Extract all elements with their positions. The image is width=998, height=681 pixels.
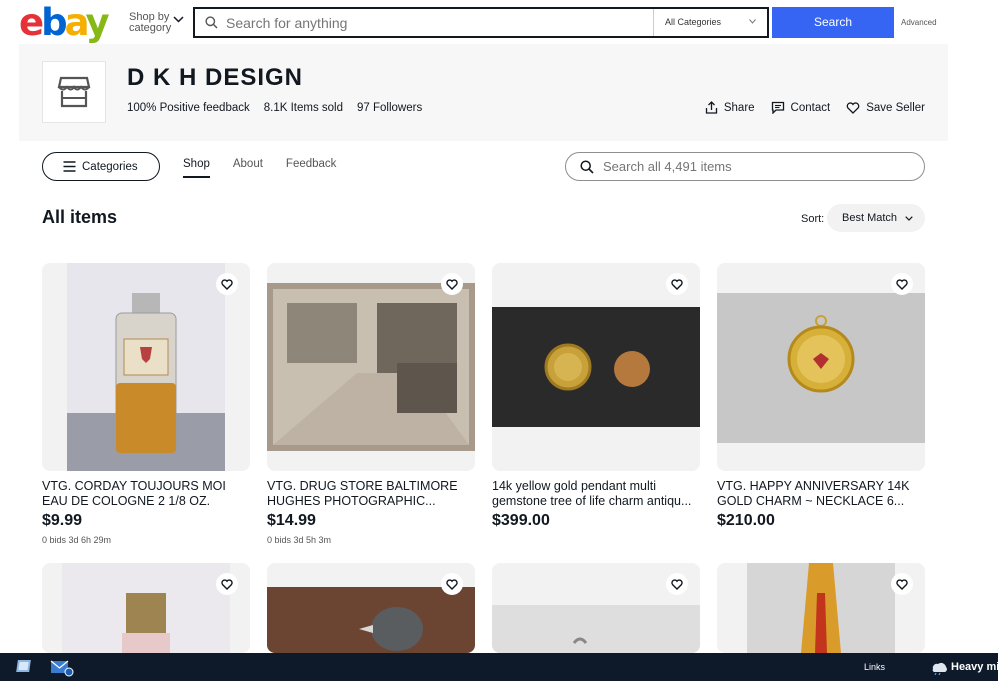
logo-letter-e: e: [19, 1, 44, 44]
listing-bids: 0 bids 3d 6h 29m: [42, 535, 112, 545]
watch-button[interactable]: [891, 273, 913, 295]
listing-title[interactable]: VTG. CORDAY TOUJOURS MOI EAU DE COLOGNE …: [42, 479, 250, 509]
heart-icon: [896, 578, 908, 590]
gold-charm-photo: [717, 293, 925, 443]
listing-image[interactable]: [42, 263, 250, 471]
global-search-input[interactable]: [226, 14, 666, 31]
cologne-bottle-photo: [67, 263, 225, 471]
watch-button[interactable]: [891, 573, 913, 595]
categories-button[interactable]: Categories: [42, 152, 160, 181]
watch-button[interactable]: [441, 573, 463, 595]
store-stats: 100% Positive feedback 8.1K Items sold 9…: [127, 102, 422, 114]
ebay-logo[interactable]: ebay: [19, 1, 110, 44]
gold-pendant-photo: [492, 307, 700, 427]
contact-button[interactable]: Contact: [771, 101, 831, 114]
save-seller-button[interactable]: Save Seller: [846, 101, 925, 114]
watch-button[interactable]: [666, 573, 688, 595]
heart-icon: [671, 578, 683, 590]
tab-shop[interactable]: Shop: [183, 158, 210, 178]
items-sold: 8.1K Items sold: [263, 102, 344, 114]
advanced-search-link[interactable]: Advanced: [901, 18, 937, 27]
watch-button[interactable]: [216, 273, 238, 295]
store-search-bar: [565, 152, 925, 181]
listing-title[interactable]: VTG. HAPPY ANNIVERSARY 14K GOLD CHARM ~ …: [717, 479, 925, 509]
share-label: Share: [723, 101, 755, 114]
sort-value: Best Match: [842, 212, 898, 224]
drug-store-photo: [267, 283, 475, 451]
windows-taskbar: Links Heavy mix: [0, 653, 998, 681]
sort-label: Sort:: [801, 213, 825, 225]
tab-about[interactable]: About: [233, 158, 263, 178]
store-actions: Share Contact Save Seller: [705, 101, 925, 114]
mail-icon[interactable]: [50, 659, 74, 677]
share-icon: [705, 101, 718, 114]
storefront-icon: [57, 76, 91, 108]
heart-icon: [446, 578, 458, 590]
heart-icon: [896, 278, 908, 290]
positive-feedback[interactable]: 100% Positive feedback: [127, 102, 250, 114]
app-icon[interactable]: [16, 659, 34, 675]
heart-icon: [671, 278, 683, 290]
listing-price: $14.99: [267, 512, 316, 529]
listing-image[interactable]: [267, 563, 475, 653]
search-icon: [580, 159, 594, 174]
heart-icon: [221, 578, 233, 590]
search-button[interactable]: Search: [772, 7, 894, 38]
watch-button[interactable]: [666, 273, 688, 295]
global-search-bar: All Categories: [193, 7, 769, 38]
store-search-input[interactable]: [603, 159, 903, 174]
global-header: ebay Shop by category All Categories Sea…: [0, 0, 998, 44]
category-select-value: All Categories: [665, 17, 722, 27]
listing-image[interactable]: [492, 563, 700, 653]
store-banner: D K H DESIGN 100% Positive feedback 8.1K…: [19, 44, 948, 141]
links-toolbar[interactable]: Links: [864, 662, 885, 672]
contact-label: Contact: [790, 101, 831, 114]
store-tabs: Shop About Feedback: [183, 158, 336, 178]
chevron-down-icon: [905, 215, 913, 221]
share-button[interactable]: Share: [705, 101, 755, 114]
heart-icon: [846, 101, 860, 114]
chevron-down-icon: [749, 19, 756, 24]
listing-image[interactable]: [42, 563, 250, 653]
listing-bids: 0 bids 3d 5h 3m: [267, 535, 332, 545]
heart-icon: [221, 278, 233, 290]
store-name: D K H DESIGN: [127, 64, 304, 91]
tab-feedback[interactable]: Feedback: [286, 158, 337, 178]
watch-button[interactable]: [441, 273, 463, 295]
chevron-down-icon[interactable]: [173, 16, 184, 23]
logo-letter-a: a: [64, 1, 89, 44]
category-select[interactable]: All Categories: [653, 9, 768, 36]
heart-icon: [446, 278, 458, 290]
categories-label: Categories: [82, 160, 138, 173]
listing-price: $9.99: [42, 512, 83, 529]
listing-title[interactable]: VTG. DRUG STORE BALTIMORE HUGHES PHOTOGR…: [267, 479, 475, 509]
sort-dropdown[interactable]: Best Match: [827, 204, 925, 232]
shop-by-category-button[interactable]: Shop by category: [129, 12, 171, 34]
listing-price: $210.00: [717, 512, 775, 529]
weather-text[interactable]: Heavy mix: [951, 661, 998, 673]
followers-count: 97 Followers: [357, 102, 423, 114]
save-seller-label: Save Seller: [866, 101, 925, 114]
listing-image[interactable]: [717, 263, 925, 471]
message-icon: [771, 101, 784, 114]
listing-price: $399.00: [492, 512, 550, 529]
menu-icon: [63, 161, 76, 172]
watch-button[interactable]: [216, 573, 238, 595]
logo-letter-y: y: [85, 1, 109, 44]
shop-by-line2: category: [129, 22, 172, 34]
page-title: All items: [42, 207, 118, 227]
logo-letter-b: b: [41, 1, 67, 44]
search-icon: [205, 16, 218, 29]
listing-image[interactable]: [267, 263, 475, 471]
listing-title[interactable]: 14k yellow gold pendant multi gemstone t…: [492, 479, 700, 509]
store-avatar: [42, 61, 106, 123]
listing-image[interactable]: [717, 563, 925, 653]
weather-icon[interactable]: [930, 659, 948, 675]
listing-image[interactable]: [492, 263, 700, 471]
